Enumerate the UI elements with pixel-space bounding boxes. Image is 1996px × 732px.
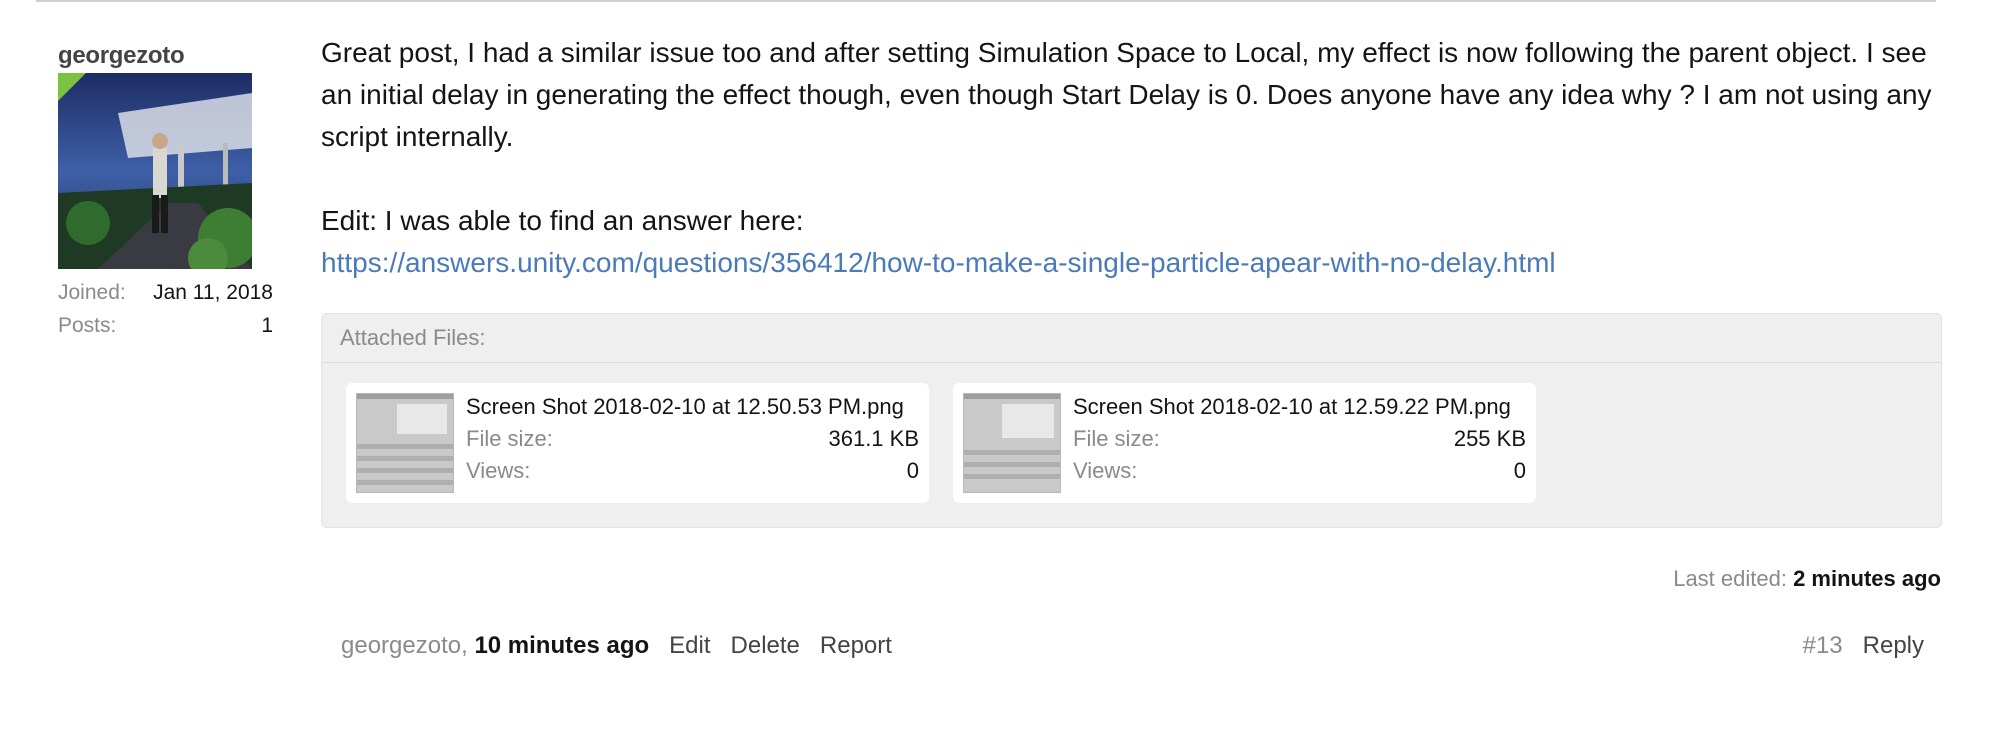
message-edit-note: Edit: I was able to find an answer here:: [321, 205, 804, 236]
posts-label: Posts:: [58, 314, 117, 337]
joined-row: Joined: Jan 11, 2018: [58, 281, 273, 305]
views-label: Views:: [466, 458, 531, 483]
joined-value: Jan 11, 2018: [153, 281, 273, 304]
views-value: 0: [906, 458, 919, 483]
joined-label: Joined:: [58, 281, 126, 304]
avatar-photo: [58, 73, 252, 269]
top-divider: [36, 0, 1936, 2]
reply-button[interactable]: Reply: [1863, 632, 1924, 660]
delete-link[interactable]: Delete: [731, 632, 800, 660]
file-size-value: 361.1 KB: [828, 426, 919, 451]
message-body: Great post, I had a similar issue too an…: [321, 32, 1941, 284]
online-indicator: [58, 73, 86, 101]
attached-files-header: Attached Files:: [322, 314, 1941, 363]
file-size-label: File size:: [466, 426, 553, 451]
username-link[interactable]: georgezoto: [58, 42, 273, 70]
message-paragraph: Great post, I had a similar issue too an…: [321, 37, 1932, 152]
answer-link[interactable]: https://answers.unity.com/questions/3564…: [321, 247, 1556, 278]
posts-value[interactable]: 1: [261, 314, 273, 338]
views-value: 0: [1513, 458, 1526, 483]
last-edited-label: Last edited:: [1673, 566, 1787, 591]
attachment-item[interactable]: Screen Shot 2018-02-10 at 12.59.22 PM.pn…: [953, 383, 1536, 503]
edit-link[interactable]: Edit: [669, 632, 710, 660]
post-footer: georgezoto, 10 minutes ago Edit Delete R…: [341, 632, 892, 660]
avatar[interactable]: [58, 73, 252, 269]
attachment-thumbnail[interactable]: [356, 393, 454, 493]
report-link[interactable]: Report: [820, 632, 892, 660]
attachment-thumbnail[interactable]: [963, 393, 1061, 493]
post-number-link[interactable]: #13: [1803, 632, 1843, 660]
attachment-item[interactable]: Screen Shot 2018-02-10 at 12.50.53 PM.pn…: [346, 383, 929, 503]
footer-author-link[interactable]: georgezoto,: [341, 632, 468, 659]
last-edited-value: 2 minutes ago: [1793, 566, 1941, 591]
attachment-name[interactable]: Screen Shot 2018-02-10 at 12.59.22 PM.pn…: [1073, 391, 1526, 423]
views-label: Views:: [1073, 458, 1138, 483]
attached-files: Attached Files: Screen Shot 2018-02-10 a…: [321, 313, 1942, 528]
user-info: georgezoto Joined: Jan 11, 2018 Posts: 1: [58, 42, 273, 338]
file-size-label: File size:: [1073, 426, 1160, 451]
file-size-value: 255 KB: [1453, 426, 1526, 451]
attachment-name[interactable]: Screen Shot 2018-02-10 at 12.50.53 PM.pn…: [466, 391, 919, 423]
post-actions: #13 Reply: [1803, 632, 1924, 660]
footer-timestamp[interactable]: 10 minutes ago: [474, 632, 649, 659]
posts-row: Posts: 1: [58, 314, 273, 338]
last-edited: Last edited: 2 minutes ago: [1673, 566, 1941, 592]
